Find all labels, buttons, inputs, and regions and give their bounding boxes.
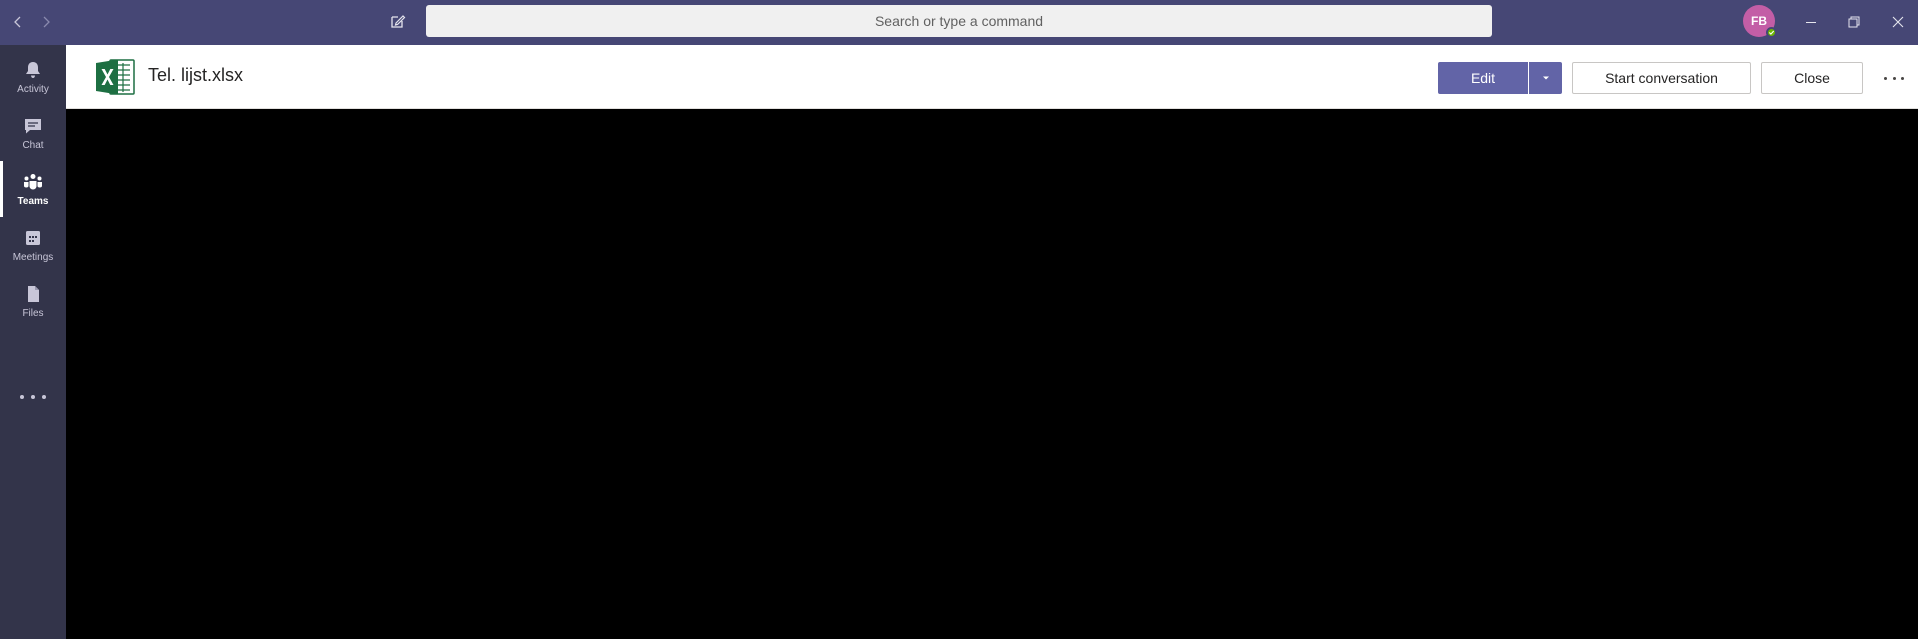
rail-item-label: Activity (17, 84, 49, 95)
more-dot-icon (42, 395, 46, 399)
close-window-button[interactable] (1885, 9, 1911, 35)
calendar-icon (26, 231, 40, 245)
rail-item-chat[interactable]: Chat (0, 105, 66, 161)
restore-button[interactable] (1841, 9, 1867, 35)
rail-item-files[interactable]: Files (0, 273, 66, 329)
new-chat-button[interactable] (386, 9, 410, 33)
chevron-left-icon (14, 16, 21, 28)
more-options-button[interactable] (1884, 68, 1904, 88)
rail-item-label: Meetings (12, 252, 54, 263)
bell-icon (26, 62, 40, 78)
avatar[interactable]: FB (1743, 5, 1777, 38)
more-dot-icon (20, 395, 24, 399)
more-dot-icon (31, 395, 35, 399)
file-title: Tel. lijst.xlsx (148, 65, 244, 85)
back-button[interactable] (7, 11, 29, 33)
edit-button[interactable]: Edit (1438, 62, 1528, 94)
rail-item-label: Teams (17, 196, 49, 207)
more-apps-button[interactable] (20, 389, 46, 405)
excel-icon (96, 59, 135, 95)
restore-icon (1848, 16, 1860, 28)
chevron-right-icon (43, 16, 50, 28)
compose-icon (391, 15, 406, 28)
file-header: Tel. lijst.xlsx Edit Start conversation … (66, 45, 1918, 109)
avatar-initials: FB (1751, 14, 1767, 28)
rail-item-activity[interactable]: Activity (0, 49, 66, 105)
chat-icon (25, 119, 41, 134)
document-viewer[interactable] (66, 109, 1918, 639)
minimize-icon (1806, 22, 1816, 23)
close-icon (1892, 16, 1904, 28)
rail-item-label: Chat (22, 140, 44, 151)
start-conversation-button[interactable]: Start conversation (1572, 62, 1751, 94)
search-input[interactable] (426, 5, 1492, 37)
more-dot-icon (1901, 76, 1904, 80)
more-dot-icon (1892, 76, 1896, 80)
rail-item-meetings[interactable]: Meetings (0, 217, 66, 273)
caret-down-icon (1542, 76, 1549, 80)
app-rail: Activity Chat Teams Meetings Files (0, 45, 66, 639)
edit-options-button[interactable] (1529, 62, 1562, 94)
close-button[interactable]: Close (1761, 62, 1863, 94)
forward-button[interactable] (35, 11, 57, 33)
rail-item-teams[interactable]: Teams (0, 161, 66, 217)
rail-item-label: Files (22, 308, 44, 319)
more-dot-icon (1884, 76, 1887, 80)
title-bar: FB (0, 0, 1918, 45)
file-icon (28, 286, 39, 302)
presence-available-icon (1766, 27, 1777, 38)
teams-icon (24, 174, 42, 190)
minimize-button[interactable] (1798, 9, 1824, 35)
